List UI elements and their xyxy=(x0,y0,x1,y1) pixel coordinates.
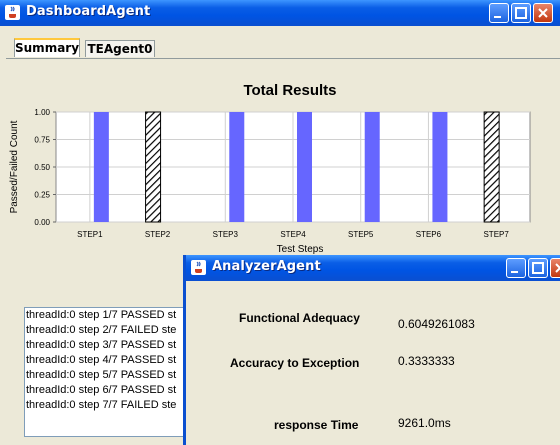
dashboard-titlebar[interactable]: DashboardAgent xyxy=(0,0,560,26)
metric-value-functional-adequacy: 0.6049261083 xyxy=(398,317,475,331)
y-tick-label: 0.00 xyxy=(34,218,50,227)
x-tick-label: STEP6 xyxy=(416,230,442,239)
bar-passed xyxy=(364,112,380,222)
analyzer-window: AnalyzerAgent Functional Adequacy 0.6049… xyxy=(183,255,560,445)
log-list[interactable]: threadId:0 step 1/7 PASSED st threadId:0 … xyxy=(24,307,184,437)
minimize-button[interactable] xyxy=(489,3,509,23)
dashboard-title: DashboardAgent xyxy=(26,4,151,19)
bar-passed xyxy=(229,112,245,222)
total-results-chart: Total Results 0.00 0.25 0.50 0.75 1.00 STEP1 ST… xyxy=(9,82,531,255)
x-tick-label: STEP7 xyxy=(483,230,509,239)
x-tick-label: STEP3 xyxy=(213,230,239,239)
maximize-icon xyxy=(515,7,527,19)
maximize-icon xyxy=(532,262,544,274)
bar-failed xyxy=(145,111,162,223)
analyzer-titlebar[interactable]: AnalyzerAgent xyxy=(186,255,560,281)
x-axis-label: Test Steps xyxy=(277,244,324,255)
bar-passed xyxy=(432,112,448,222)
maximize-button[interactable] xyxy=(511,3,531,23)
x-tick-label: STEP2 xyxy=(145,230,171,239)
log-line: threadId:0 step 1/7 PASSED st xyxy=(26,309,177,321)
close-button[interactable] xyxy=(533,3,553,23)
bar-passed xyxy=(297,112,312,222)
x-tick-label: STEP1 xyxy=(77,230,103,239)
maximize-button[interactable] xyxy=(528,258,548,278)
y-tick-label: 1.00 xyxy=(34,108,50,117)
tab-teagent0[interactable]: TEAgent0 xyxy=(85,40,155,57)
java-app-icon xyxy=(5,5,20,20)
y-axis-label: Passed/Failed Count xyxy=(9,120,20,213)
tab-summary[interactable]: Summary xyxy=(14,38,80,57)
log-line: threadId:0 step 6/7 PASSED st xyxy=(26,384,177,396)
y-tick-label: 0.25 xyxy=(34,191,50,200)
analyzer-title: AnalyzerAgent xyxy=(212,259,321,274)
log-line: threadId:0 step 5/7 PASSED st xyxy=(26,369,177,381)
close-icon xyxy=(555,263,560,273)
metric-value-accuracy-to-exception: 0.3333333 xyxy=(398,354,455,368)
log-line: threadId:0 step 3/7 PASSED st xyxy=(26,339,177,351)
metric-label-functional-adequacy: Functional Adequacy xyxy=(239,311,360,325)
y-tick-label: 0.75 xyxy=(34,136,50,145)
x-tick-label: STEP4 xyxy=(280,230,306,239)
tab-teagent0-label: TEAgent0 xyxy=(87,42,153,56)
x-tick-label: STEP5 xyxy=(348,230,374,239)
metric-label-response-time: response Time xyxy=(274,418,359,432)
bar-failed xyxy=(483,111,500,223)
close-button[interactable] xyxy=(550,258,560,278)
log-line: threadId:0 step 4/7 PASSED st xyxy=(26,354,177,366)
minimize-button[interactable] xyxy=(506,258,526,278)
log-line: threadId:0 step 7/7 FAILED ste xyxy=(26,399,177,411)
minimize-icon xyxy=(494,16,501,18)
y-tick-label: 0.50 xyxy=(34,163,50,172)
tab-summary-label: Summary xyxy=(15,41,80,55)
java-app-icon xyxy=(191,260,206,275)
metric-value-response-time: 9261.0ms xyxy=(398,416,451,430)
minimize-icon xyxy=(511,271,518,273)
metric-label-accuracy-to-exception: Accuracy to Exception xyxy=(230,356,360,370)
bar-passed xyxy=(93,112,109,222)
close-icon xyxy=(538,8,548,18)
chart-title: Total Results xyxy=(243,82,336,99)
log-line: threadId:0 step 2/7 FAILED ste xyxy=(26,324,177,336)
